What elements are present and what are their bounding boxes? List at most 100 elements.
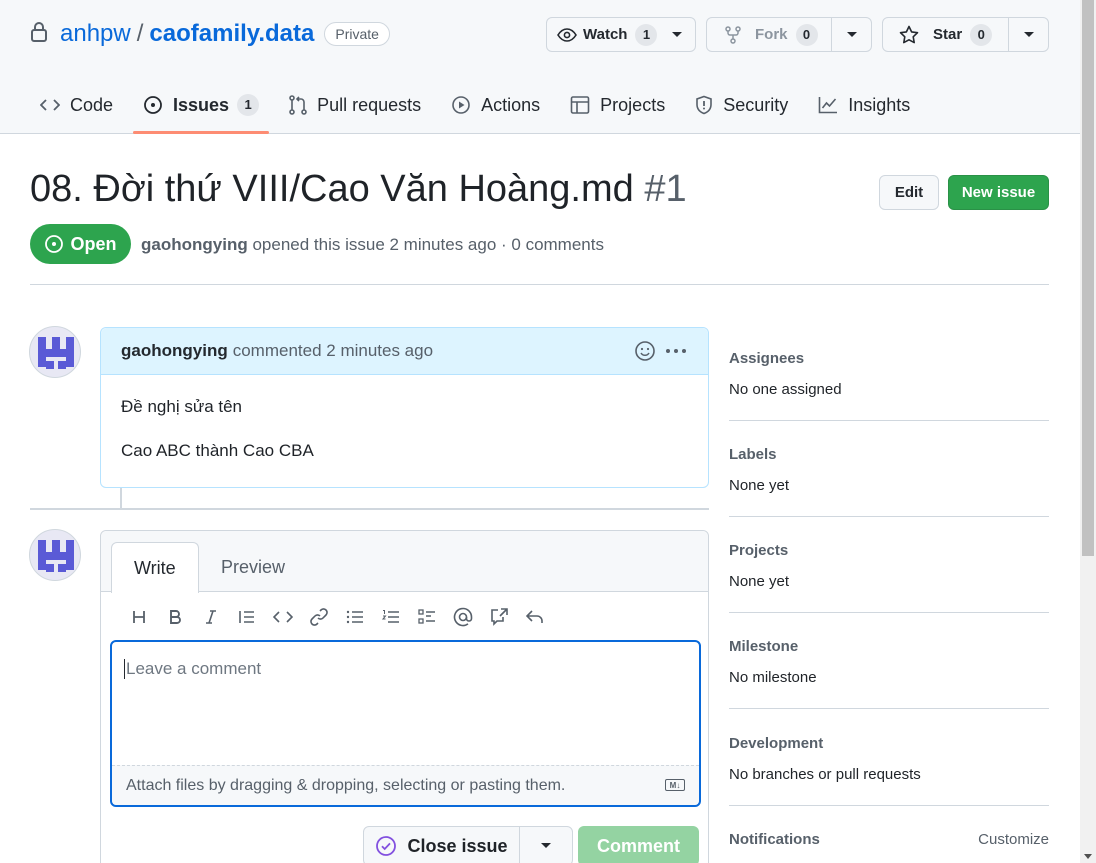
- sidebar-heading[interactable]: Milestone: [729, 638, 1049, 655]
- repo-name-link[interactable]: caofamily.data: [149, 20, 314, 48]
- sidebar-divider: [729, 420, 1049, 421]
- customize-link[interactable]: Customize: [978, 831, 1049, 848]
- shield-icon: [696, 95, 713, 115]
- table-icon: [570, 96, 590, 114]
- repo-header: anhpw / caofamily.data Private Watch 1 F…: [0, 0, 1080, 134]
- chevron-down-icon: [672, 31, 683, 37]
- tab-projects[interactable]: Projects: [560, 84, 675, 126]
- scrollbar-thumb[interactable]: [1082, 0, 1094, 556]
- star-button[interactable]: Star 0: [883, 18, 1008, 51]
- editor-tabs: Write Preview: [101, 531, 708, 593]
- sidebar-labels: Labels None yet: [729, 446, 1049, 517]
- star-icon: [899, 25, 919, 44]
- italic-icon[interactable]: [193, 605, 229, 629]
- comment-button[interactable]: Comment: [578, 826, 699, 863]
- mention-icon[interactable]: [445, 605, 481, 629]
- new-issue-button[interactable]: New issue: [948, 175, 1049, 210]
- fork-icon: [725, 25, 741, 44]
- smiley-icon[interactable]: [634, 340, 656, 362]
- watch-button[interactable]: Watch 1: [546, 17, 696, 52]
- sidebar-heading[interactable]: Labels: [729, 446, 1049, 463]
- close-issue-dropdown[interactable]: [520, 827, 572, 863]
- scroll-down-arrow[interactable]: [1084, 854, 1092, 859]
- sidebar-divider: [729, 612, 1049, 613]
- sidebar-heading[interactable]: Assignees: [729, 350, 1049, 367]
- comment-meta: commented 2 minutes ago: [232, 341, 434, 360]
- issue-meta-text: opened this issue 2 minutes ago · 0 comm…: [252, 235, 604, 254]
- attach-text: Attach files by dragging & dropping, sel…: [126, 776, 566, 794]
- repo-nav: Code Issues 1 Pull requests Actions Proj…: [30, 84, 930, 134]
- comment-paragraph: Cao ABC thành Cao CBA: [121, 441, 314, 460]
- attach-files-bar[interactable]: Attach files by dragging & dropping, sel…: [112, 765, 699, 805]
- sidebar-heading[interactable]: Development: [729, 735, 1049, 752]
- star-count: 0: [970, 23, 993, 46]
- avatar[interactable]: [29, 529, 81, 581]
- unordered-list-icon[interactable]: [337, 605, 373, 629]
- tab-label: Issues: [173, 94, 230, 115]
- sidebar-divider: [729, 708, 1049, 709]
- issue-author-link[interactable]: gaohongying: [141, 235, 248, 254]
- heading-icon[interactable]: [121, 605, 157, 629]
- issue-opened-icon: [144, 96, 162, 114]
- avatar[interactable]: [29, 326, 81, 378]
- cross-reference-icon[interactable]: [481, 605, 517, 629]
- close-issue-button-group: Close issue: [363, 826, 573, 863]
- visibility-badge: Private: [324, 22, 390, 46]
- close-issue-label: Close issue: [407, 835, 508, 856]
- comment-editor: Write Preview Leave a comment Attach fil…: [100, 530, 709, 863]
- tab-code[interactable]: Code: [30, 84, 123, 126]
- tasklist-icon[interactable]: [409, 605, 445, 629]
- issue-meta: gaohongying opened this issue 2 minutes …: [141, 235, 604, 255]
- tab-insights[interactable]: Insights: [808, 84, 920, 126]
- pull-request-icon: [289, 95, 307, 115]
- code-icon[interactable]: [265, 605, 301, 629]
- reply-icon[interactable]: [517, 605, 553, 629]
- edit-button[interactable]: Edit: [879, 175, 939, 210]
- close-issue-button[interactable]: Close issue: [364, 827, 520, 863]
- issue-state-label: Open: [70, 233, 117, 254]
- tab-security[interactable]: Security: [685, 84, 798, 126]
- issue-state-badge: Open: [30, 224, 131, 264]
- quote-icon[interactable]: [229, 605, 265, 629]
- repo-owner-link[interactable]: anhpw: [60, 20, 131, 48]
- tab-preview[interactable]: Preview: [199, 542, 307, 593]
- tab-issues[interactable]: Issues 1: [133, 84, 270, 134]
- comment-textarea[interactable]: Leave a comment Attach files by dragging…: [110, 640, 701, 807]
- ordered-list-icon[interactable]: [373, 605, 409, 629]
- sidebar-projects: Projects None yet: [729, 542, 1049, 613]
- issue-opened-icon: [45, 235, 64, 253]
- watch-count: 1: [635, 23, 658, 46]
- issue-title-text: 08. Đời thứ VIII/Cao Văn Hoàng.md: [30, 168, 634, 210]
- play-icon: [452, 96, 470, 114]
- scrollbar[interactable]: [1080, 0, 1096, 863]
- sidebar-value: None yet: [729, 477, 790, 494]
- comment-author-link[interactable]: gaohongying: [121, 341, 228, 361]
- issue-number: #1: [644, 168, 687, 210]
- code-icon: [40, 99, 60, 111]
- comment-placeholder: Leave a comment: [124, 659, 262, 679]
- chevron-down-icon: [846, 31, 857, 37]
- tab-actions[interactable]: Actions: [441, 84, 550, 126]
- comment-header: gaohongying commented 2 minutes ago: [101, 328, 708, 375]
- markdown-icon[interactable]: M↓: [665, 779, 685, 791]
- sidebar-assignees: Assignees No one assigned: [729, 350, 1049, 421]
- sidebar-heading[interactable]: Projects: [729, 542, 1049, 559]
- tab-write[interactable]: Write: [111, 542, 199, 593]
- tab-pull-requests[interactable]: Pull requests: [279, 84, 431, 126]
- fork-dropdown[interactable]: [831, 18, 871, 51]
- chevron-down-icon: [1023, 31, 1034, 37]
- eye-icon: [557, 27, 577, 42]
- fork-button[interactable]: Fork 0: [707, 18, 831, 51]
- bold-icon[interactable]: [157, 605, 193, 629]
- tab-label: Code: [70, 94, 114, 115]
- chevron-down-icon: [541, 843, 551, 848]
- sidebar-divider: [729, 516, 1049, 517]
- sidebar-value: No milestone: [729, 669, 817, 686]
- kebab-horizontal-icon[interactable]: [664, 347, 688, 355]
- fork-button-group: Fork 0: [706, 17, 872, 52]
- star-button-group: Star 0: [882, 17, 1049, 52]
- link-icon[interactable]: [301, 605, 337, 629]
- star-dropdown[interactable]: [1008, 18, 1048, 51]
- tab-label: Insights: [848, 94, 911, 115]
- repo-separator: /: [136, 20, 144, 47]
